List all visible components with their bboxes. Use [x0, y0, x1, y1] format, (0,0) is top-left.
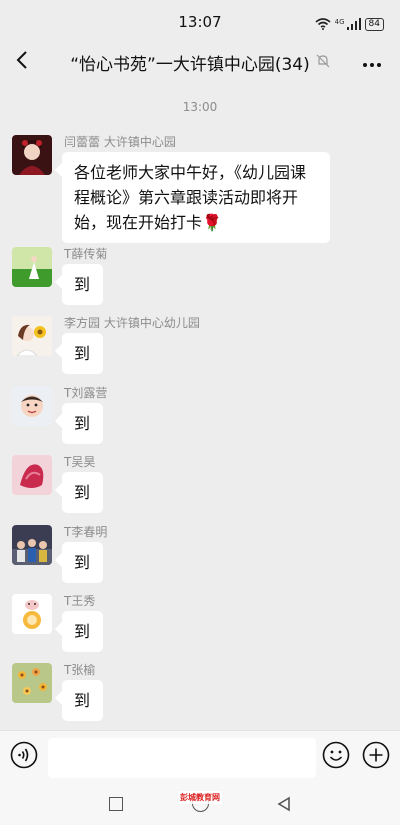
message-bubble[interactable]: 到	[62, 333, 103, 374]
sender-name: T吴昊	[64, 455, 96, 469]
emoji-button[interactable]	[322, 741, 350, 769]
signal-icon	[346, 15, 361, 34]
message-bubble[interactable]: 到	[62, 611, 103, 652]
avatar[interactable]	[12, 594, 52, 634]
avatar[interactable]	[12, 316, 52, 356]
mute-bell-icon	[316, 53, 330, 73]
more-dots-icon	[362, 53, 382, 72]
sender-name: T刘露营	[64, 386, 108, 400]
message-input[interactable]	[48, 738, 316, 778]
sender-name: 李方园 大许镇中心幼儿园	[64, 316, 200, 330]
watermark-logo: 彭城教育网	[178, 791, 222, 804]
sender-name: T李春明	[64, 525, 108, 539]
message-bubble[interactable]: 各位老师大家中午好，《幼儿园课程概论》第六章跟读活动即将开始，现在开始打卡🌹	[62, 152, 330, 243]
network-label: 4G	[334, 17, 345, 26]
system-nav-bar: 彭城教育网	[0, 782, 400, 825]
more-actions-button[interactable]	[362, 741, 390, 769]
avatar[interactable]	[12, 386, 52, 426]
avatar[interactable]	[12, 247, 52, 287]
avatar[interactable]	[12, 525, 52, 565]
plus-icon	[362, 741, 390, 773]
chat-title-wrap: “怡心书苑”一大许镇中心园(34)	[0, 50, 400, 75]
avatar[interactable]	[12, 455, 52, 495]
sender-name: T张榆	[64, 663, 96, 677]
chat-input-bar	[0, 730, 400, 783]
avatar[interactable]	[12, 663, 52, 703]
avatar[interactable]	[12, 135, 52, 175]
wifi-icon	[315, 15, 331, 34]
chat-header: “怡心书苑”一大许镇中心园(34)	[0, 44, 400, 80]
sender-name: T薛传菊	[64, 247, 108, 261]
sender-name: T王秀	[64, 594, 96, 608]
recent-apps-button[interactable]	[109, 797, 123, 811]
message-bubble[interactable]: 到	[62, 680, 103, 721]
message-bubble[interactable]: 到	[62, 542, 103, 583]
sender-name: 闫蕾蕾 大许镇中心园	[64, 135, 176, 149]
message-bubble[interactable]: 到	[62, 264, 103, 305]
chat-title: “怡心书苑”一大许镇中心园(34)	[70, 55, 310, 75]
battery-indicator: 84	[364, 18, 384, 31]
smiley-icon	[322, 741, 350, 773]
system-back-button[interactable]	[276, 796, 292, 816]
more-options-button[interactable]	[358, 48, 386, 76]
voice-icon	[10, 741, 38, 773]
triangle-back-icon	[276, 796, 292, 816]
message-timestamp: 13:00	[182, 100, 218, 114]
status-icons: 4G 84	[315, 15, 384, 34]
voice-input-button[interactable]	[10, 741, 38, 769]
message-bubble[interactable]: 到	[62, 403, 103, 444]
status-bar: 13:07 4G 84	[0, 0, 400, 44]
message-bubble[interactable]: 到	[62, 472, 103, 513]
